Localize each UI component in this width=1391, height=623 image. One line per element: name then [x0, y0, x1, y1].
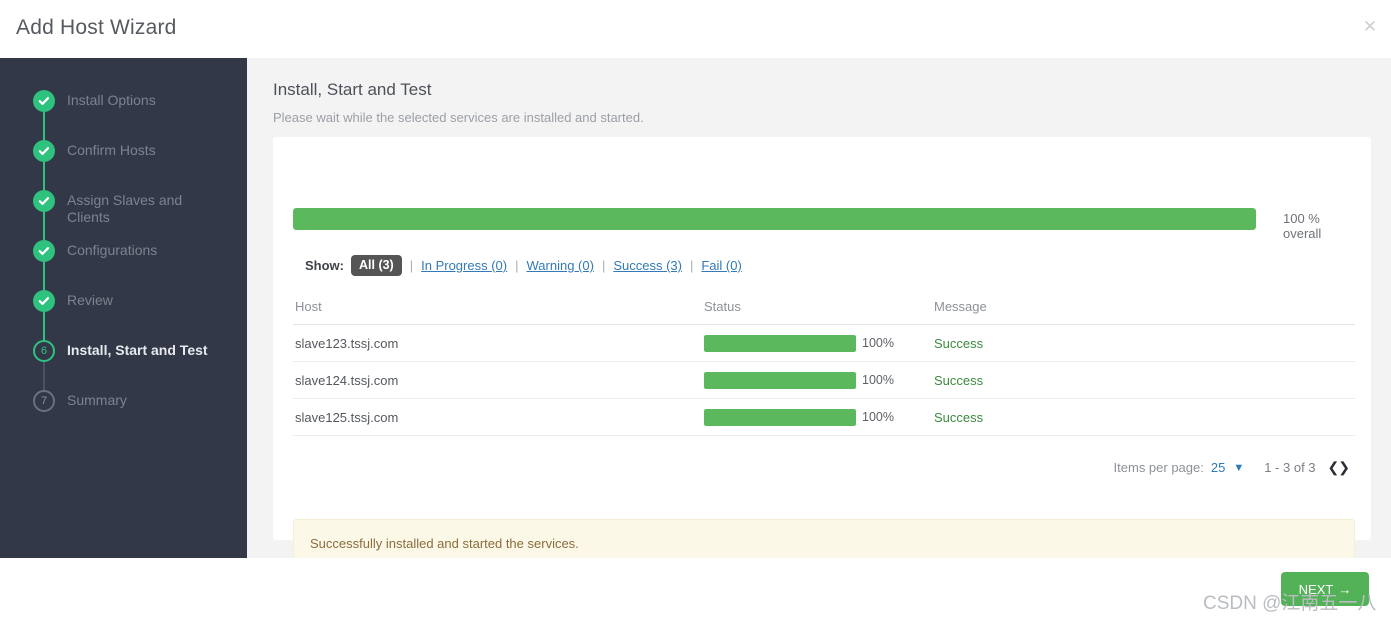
status-filter-row: Show: All (3) | In Progress (0) | Warning (0… [305, 255, 742, 276]
step-connector [43, 312, 45, 340]
host-status-table: Host Status Message slave123.tssj.com 100… [293, 289, 1355, 436]
filter-separator: | [689, 258, 694, 273]
check-icon [33, 240, 55, 262]
overall-progress-bar [293, 208, 1256, 230]
sidebar-step-2[interactable]: Confirm Hosts [0, 140, 156, 190]
filter-option-3[interactable]: Success (3) [613, 258, 682, 273]
step-connector [43, 112, 45, 140]
chevron-right-icon[interactable]: ❯ [1338, 459, 1350, 475]
row-progress-bar [704, 371, 856, 389]
table-body: slave123.tssj.com 100% Success slave124.tss… [293, 325, 1355, 436]
sidebar-step-label: Assign Slaves and Clients [67, 192, 183, 225]
step-number-6: 6 [33, 340, 55, 362]
filter-option-1[interactable]: In Progress (0) [421, 258, 507, 273]
csdn-watermark: CSDN @江南五一八 [1203, 593, 1377, 614]
row-progress-fill [704, 334, 856, 352]
check-icon [33, 140, 55, 162]
pagination-controls: Items per page: 25 ▼ 1 - 3 of 3 ❮❯ [1113, 459, 1350, 476]
sidebar-step-4[interactable]: Configurations [0, 240, 157, 290]
step-number-7: 7 [33, 390, 55, 412]
table-header-row: Host Status Message [293, 289, 1355, 325]
check-icon [33, 90, 55, 112]
filter-label: Show: [305, 258, 344, 273]
check-icon [33, 190, 55, 212]
filter-option-2[interactable]: Warning (0) [527, 258, 594, 273]
overall-progress-row: 100 % overall [293, 208, 1353, 241]
close-icon[interactable]: ✕ [1357, 14, 1383, 40]
row-progress-fill [704, 408, 856, 426]
sidebar-step-label: Install, Start and Test [67, 342, 208, 358]
table-row: slave124.tssj.com 100% Success [293, 362, 1355, 399]
pagination-range: 1 - 3 of 3 [1264, 460, 1316, 475]
column-header-status: Status [704, 299, 741, 314]
column-header-message: Message [934, 299, 987, 314]
overall-progress-label: 100 % overall [1283, 211, 1322, 241]
install-progress-card: 100 % overall Show: All (3) | In Progress … [273, 137, 1371, 567]
sidebar-step-label: Review [67, 292, 113, 308]
sidebar-step-label: Summary [67, 392, 127, 408]
sidebar-step-label: Install Options [67, 92, 156, 108]
chevron-down-icon[interactable]: ▼ [1233, 462, 1244, 474]
table-row: slave123.tssj.com 100% Success [293, 325, 1355, 362]
cell-status: 100% [704, 334, 932, 352]
cell-message: Success [934, 409, 984, 425]
success-alert-text: Successfully installed and started the s… [310, 535, 579, 551]
step-connector [43, 362, 45, 390]
cell-host: slave124.tssj.com [295, 372, 399, 388]
check-icon [33, 290, 55, 312]
step-connector [43, 162, 45, 190]
row-progress-fill [704, 371, 856, 389]
sidebar-step-label: Confirm Hosts [67, 142, 156, 158]
filter-option-4[interactable]: Fail (0) [701, 258, 741, 273]
filter-separator: | [409, 258, 414, 273]
column-header-host: Host [295, 299, 322, 314]
items-per-page-value[interactable]: 25 [1211, 460, 1225, 475]
sidebar-step-7[interactable]: 7 Summary [0, 390, 127, 440]
wizard-sidebar: Install Options Confirm Hosts Assign Slave… [0, 58, 247, 558]
filter-separator: | [601, 258, 606, 273]
step-connector [43, 262, 45, 290]
cell-host: slave123.tssj.com [295, 335, 399, 351]
step-connector [43, 212, 45, 240]
cell-host: slave125.tssj.com [295, 409, 399, 425]
sidebar-step-label: Configurations [67, 242, 158, 258]
page-subtitle: Please wait while the selected services … [273, 110, 644, 125]
window-title-bar: Add Host Wizard ✕ [0, 0, 1391, 58]
filter-separator: | [515, 258, 519, 273]
row-progress-bar [704, 334, 856, 352]
chevron-left-icon[interactable]: ❮ [1328, 459, 1340, 475]
window-title: Add Host Wizard [16, 16, 177, 39]
filter-option-0[interactable]: All (3) [351, 255, 402, 276]
cell-status: 100% [704, 371, 932, 389]
add-host-wizard-window: Add Host Wizard ✕ Install Options Confirm… [0, 0, 1391, 623]
cell-status: 100% [704, 408, 932, 426]
row-progress-bar [704, 408, 856, 426]
pagination-nav-icons[interactable]: ❮❯ [1328, 459, 1350, 476]
cell-message: Success [934, 372, 984, 388]
sidebar-step-1[interactable]: Install Options [0, 90, 156, 140]
row-progress-percent: 100% [862, 373, 894, 387]
cell-message: Success [934, 335, 984, 351]
page-title: Install, Start and Test [273, 80, 432, 99]
wizard-footer: NEXT → [0, 558, 1391, 623]
sidebar-step-3[interactable]: Assign Slaves and Clients [0, 190, 227, 240]
table-row: slave125.tssj.com 100% Success [293, 399, 1355, 436]
row-progress-percent: 100% [862, 336, 894, 350]
sidebar-step-6[interactable]: 6 Install, Start and Test [0, 340, 208, 390]
overall-progress-fill [293, 208, 1256, 230]
items-per-page-label: Items per page: [1113, 460, 1204, 475]
sidebar-step-5[interactable]: Review [0, 290, 113, 340]
row-progress-percent: 100% [862, 410, 894, 424]
main-content: Install, Start and Test Please wait whil… [247, 58, 1391, 567]
